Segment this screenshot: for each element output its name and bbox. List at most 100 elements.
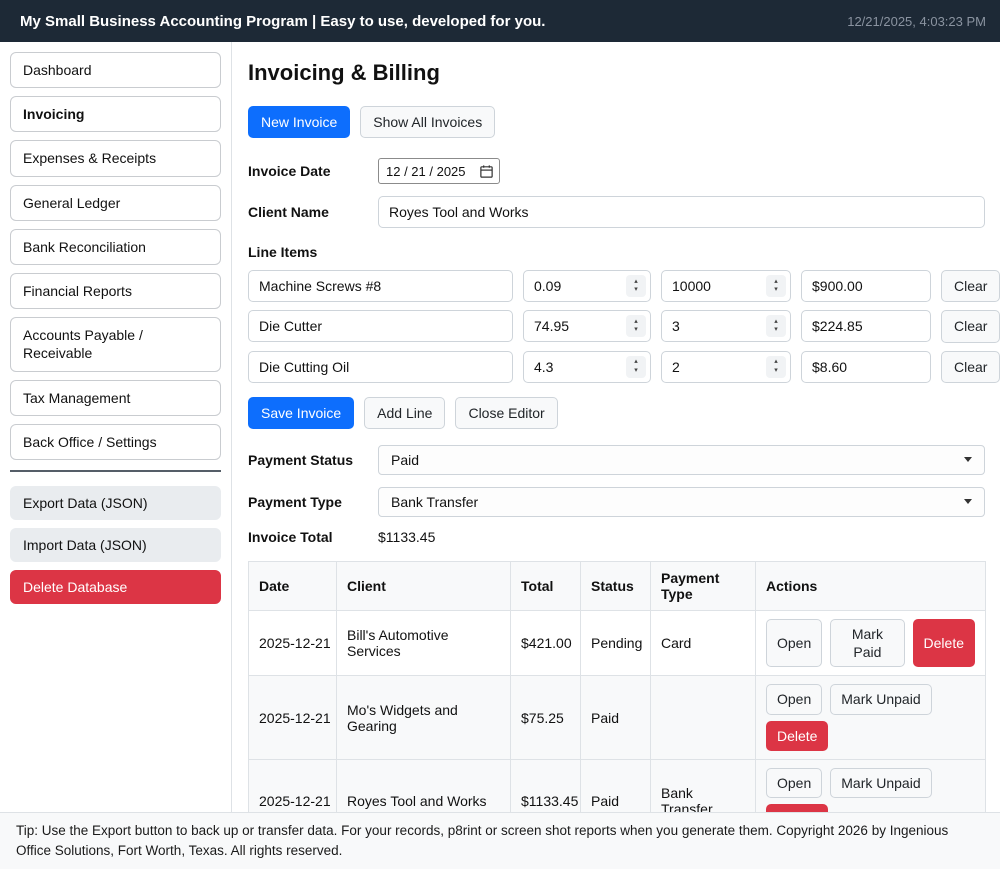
clock-timestamp: 12/21/2025, 4:03:23 PM	[847, 14, 986, 29]
number-stepper-icon[interactable]: ▴▾	[766, 275, 786, 297]
invoice-payment-type-cell: Card	[651, 610, 756, 675]
invoice-client-cell: Mo's Widgets and Gearing	[337, 676, 511, 759]
app-header: My Small Business Accounting Program | E…	[0, 0, 1000, 42]
line-price-field: ▴▾	[523, 351, 651, 383]
sidebar-item-tax-management[interactable]: Tax Management	[10, 380, 221, 416]
payment-status-row: Payment Status Paid	[248, 445, 985, 475]
sidebar-item-expenses-receipts[interactable]: Expenses & Receipts	[10, 140, 221, 176]
line-price-field: ▴▾	[523, 310, 651, 342]
close-editor-button[interactable]: Close Editor	[455, 397, 557, 429]
client-name-row: Client Name	[248, 196, 985, 228]
delete-invoice-button[interactable]: Delete	[766, 721, 828, 751]
show-all-invoices-button[interactable]: Show All Invoices	[360, 106, 495, 138]
line-item-row: ▴▾ ▴▾ Clear	[248, 270, 985, 302]
footer: Tip: Use the Export button to back up or…	[0, 812, 1000, 869]
actions-line: Open Mark Unpaid	[766, 684, 975, 714]
line-items-label: Line Items	[248, 244, 985, 260]
mark-paid-button[interactable]: Mark Paid	[830, 619, 904, 667]
line-qty-field: ▴▾	[661, 270, 791, 302]
number-stepper-icon[interactable]: ▴▾	[766, 356, 786, 378]
add-line-button[interactable]: Add Line	[364, 397, 445, 429]
number-stepper-icon[interactable]: ▴▾	[626, 275, 646, 297]
number-stepper-icon[interactable]: ▴▾	[626, 315, 646, 337]
delete-database-button[interactable]: Delete Database	[10, 570, 221, 604]
sidebar-item-invoicing[interactable]: Invoicing	[10, 96, 221, 132]
mark-unpaid-button[interactable]: Mark Unpaid	[830, 684, 931, 714]
sidebar-item-financial-reports[interactable]: Financial Reports	[10, 273, 221, 309]
sidebar-divider	[10, 470, 221, 472]
invoice-total-value: $1133.45	[378, 529, 435, 545]
table-row: 2025-12-21 Bill's Automotive Services $4…	[249, 610, 986, 675]
body-row: Dashboard Invoicing Expenses & Receipts …	[0, 42, 1000, 812]
column-header-payment-type: Payment Type	[651, 561, 756, 610]
actions-line: Open Mark Paid Delete	[766, 619, 975, 667]
payment-type-label: Payment Type	[248, 494, 378, 510]
client-name-input[interactable]	[378, 196, 985, 228]
sidebar-item-dashboard[interactable]: Dashboard	[10, 52, 221, 88]
editor-buttons: Save Invoice Add Line Close Editor	[248, 397, 985, 429]
clear-line-button[interactable]: Clear	[941, 351, 1000, 383]
line-total-input[interactable]	[801, 351, 931, 383]
payment-type-value: Bank Transfer	[391, 494, 478, 510]
calendar-icon[interactable]	[479, 164, 494, 179]
line-total-input[interactable]	[801, 270, 931, 302]
invoice-total-label: Invoice Total	[248, 529, 378, 545]
invoice-total-cell: $75.25	[511, 676, 581, 759]
app-title: My Small Business Accounting Program | E…	[20, 13, 545, 30]
export-data-button[interactable]: Export Data (JSON)	[10, 486, 221, 520]
main-content: Invoicing & Billing New Invoice Show All…	[232, 42, 1000, 812]
mark-unpaid-button[interactable]: Mark Unpaid	[830, 768, 931, 798]
client-name-label: Client Name	[248, 204, 378, 220]
line-price-field: ▴▾	[523, 270, 651, 302]
sidebar-item-general-ledger[interactable]: General Ledger	[10, 185, 221, 221]
number-stepper-icon[interactable]: ▴▾	[626, 356, 646, 378]
chevron-down-icon	[964, 457, 972, 462]
number-stepper-icon[interactable]: ▴▾	[766, 315, 786, 337]
invoice-date-input[interactable]: 12 / 21 / 2025	[378, 158, 500, 184]
sidebar-item-accounts-payable-receivable[interactable]: Accounts Payable / Receivable	[10, 317, 221, 371]
invoice-date-cell: 2025-12-21	[249, 676, 337, 759]
invoice-date-cell: 2025-12-21	[249, 610, 337, 675]
invoice-payment-type-cell	[651, 676, 756, 759]
open-invoice-button[interactable]: Open	[766, 619, 822, 667]
new-invoice-button[interactable]: New Invoice	[248, 106, 350, 138]
column-header-actions: Actions	[756, 561, 986, 610]
invoice-total-cell: $421.00	[511, 610, 581, 675]
invoice-date-label: Invoice Date	[248, 163, 378, 179]
open-invoice-button[interactable]: Open	[766, 768, 822, 798]
page-title: Invoicing & Billing	[248, 60, 985, 86]
footer-tip-text: Tip: Use the Export button to back up or…	[16, 821, 984, 862]
line-description-input[interactable]	[248, 351, 513, 383]
invoice-actions-cell: Open Mark Paid Delete	[756, 610, 986, 675]
invoice-actions-cell: Open Mark Unpaid Delete	[756, 676, 986, 759]
clear-line-button[interactable]: Clear	[941, 310, 1000, 342]
line-qty-field: ▴▾	[661, 351, 791, 383]
payment-type-select[interactable]: Bank Transfer	[378, 487, 985, 517]
save-invoice-button[interactable]: Save Invoice	[248, 397, 354, 429]
line-total-input[interactable]	[801, 310, 931, 342]
invoice-toolbar: New Invoice Show All Invoices	[248, 106, 985, 138]
line-item-row: ▴▾ ▴▾ Clear	[248, 351, 985, 383]
line-qty-field: ▴▾	[661, 310, 791, 342]
invoice-total-row: Invoice Total $1133.45	[248, 529, 985, 545]
sidebar-item-bank-reconciliation[interactable]: Bank Reconciliation	[10, 229, 221, 265]
clear-line-button[interactable]: Clear	[941, 270, 1000, 302]
payment-status-label: Payment Status	[248, 452, 378, 468]
sidebar-item-back-office-settings[interactable]: Back Office / Settings	[10, 424, 221, 460]
column-header-status: Status	[581, 561, 651, 610]
invoice-date-value: 12 / 21 / 2025	[386, 164, 466, 179]
delete-invoice-button[interactable]: Delete	[913, 619, 975, 667]
column-header-date: Date	[249, 561, 337, 610]
app-window: My Small Business Accounting Program | E…	[0, 0, 1000, 869]
payment-status-select[interactable]: Paid	[378, 445, 985, 475]
open-invoice-button[interactable]: Open	[766, 684, 822, 714]
line-item-row: ▴▾ ▴▾ Clear	[248, 310, 985, 342]
line-description-input[interactable]	[248, 270, 513, 302]
line-description-input[interactable]	[248, 310, 513, 342]
actions-line: Open Mark Unpaid	[766, 768, 975, 798]
import-data-button[interactable]: Import Data (JSON)	[10, 528, 221, 562]
invoices-table: Date Client Total Status Payment Type Ac…	[248, 561, 986, 843]
payment-type-row: Payment Type Bank Transfer	[248, 487, 985, 517]
table-header-row: Date Client Total Status Payment Type Ac…	[249, 561, 986, 610]
payment-status-value: Paid	[391, 452, 419, 468]
